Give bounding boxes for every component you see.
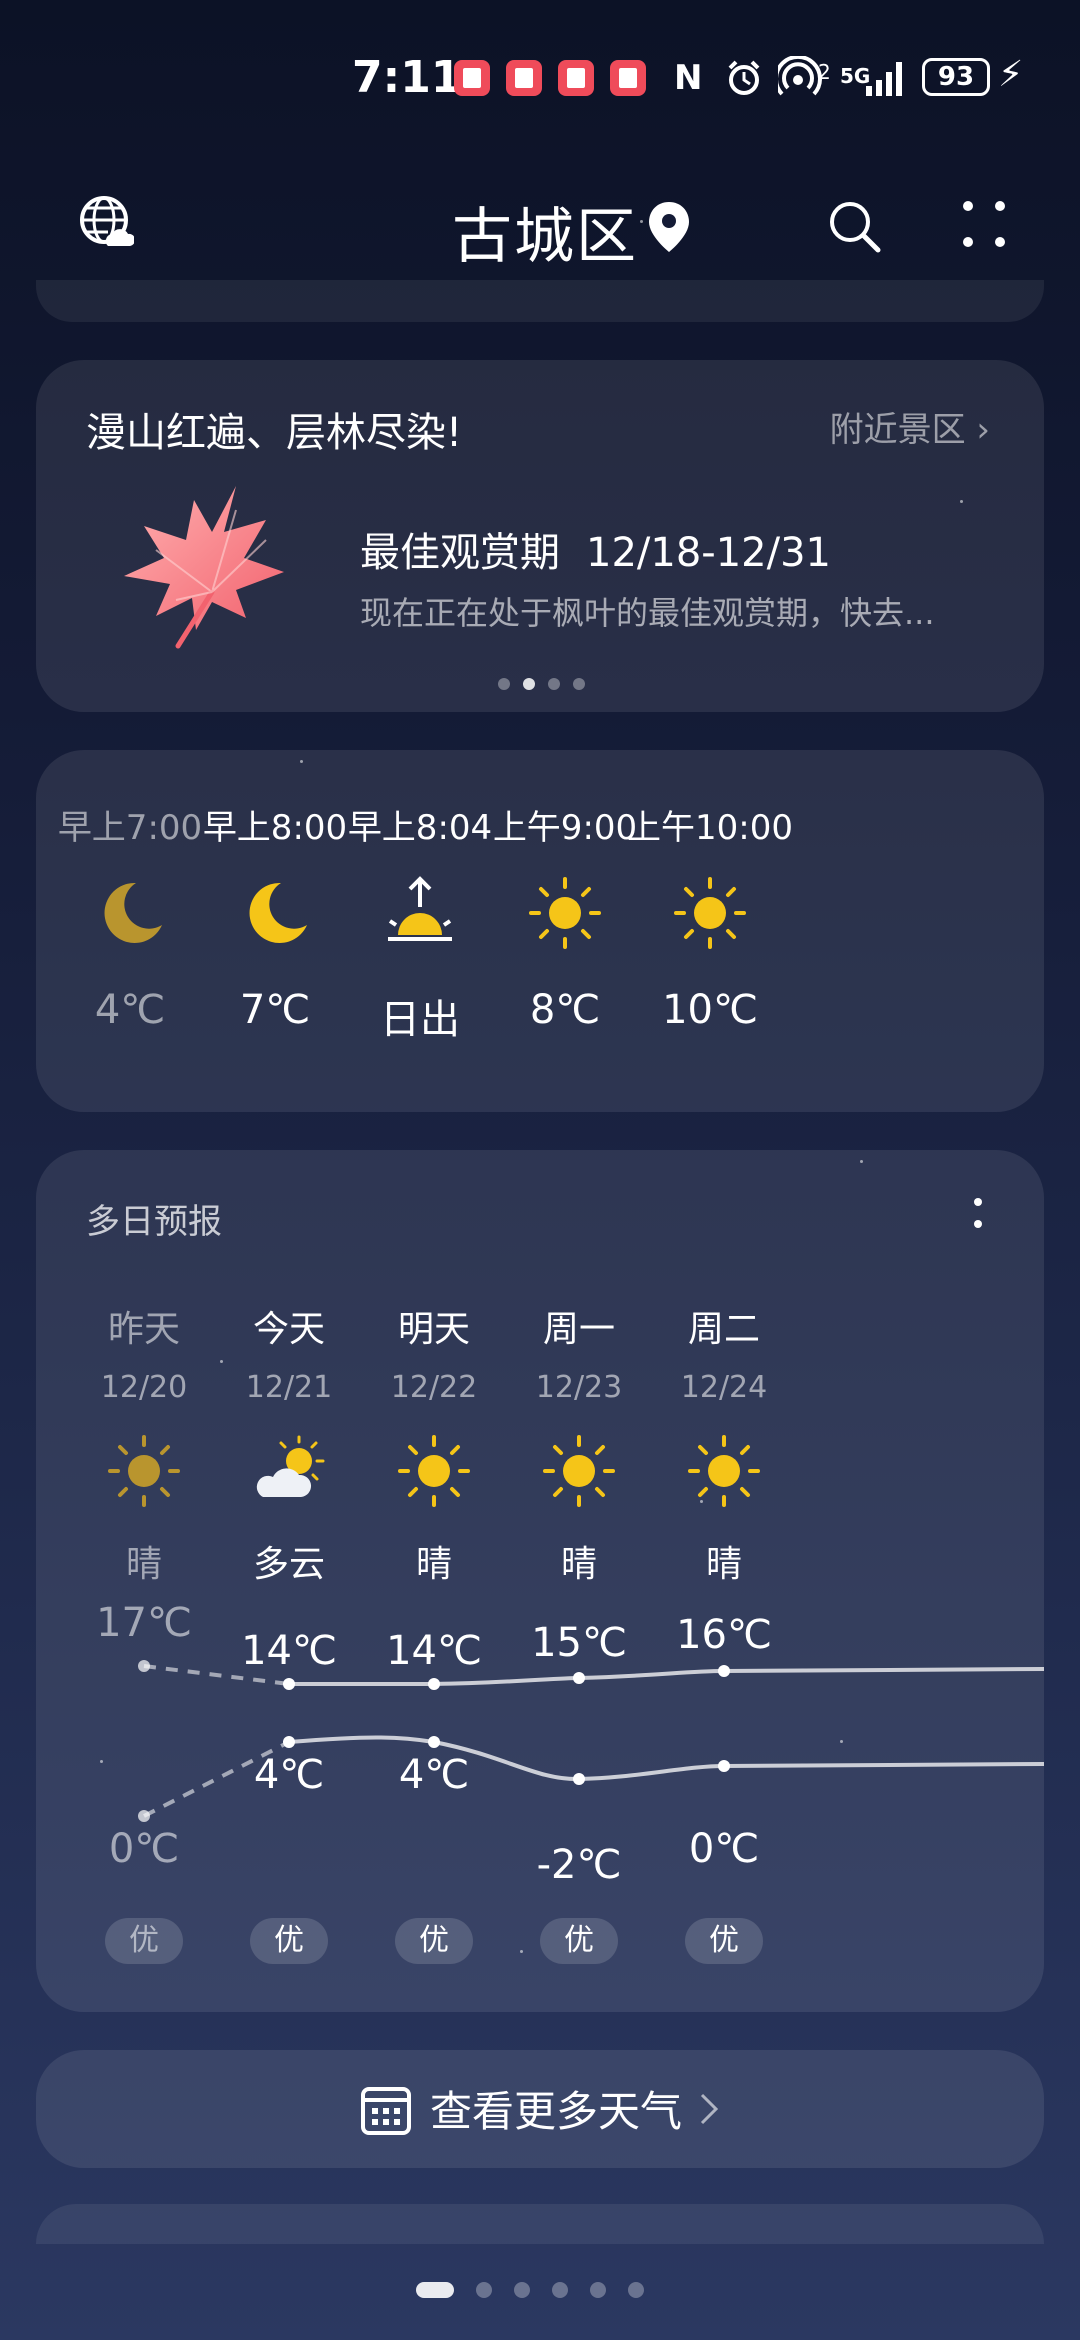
more-weather-button[interactable]: 查看更多天气 <box>36 2050 1044 2168</box>
aqi-badge: 优 <box>250 1918 328 1964</box>
promo-headline: 漫山红遍、层林尽染! <box>86 410 463 456</box>
status-bar: 7:11 N 2 5G 93 ⚡ <box>0 48 1080 108</box>
page-dot <box>573 678 585 690</box>
hotspot-icon <box>778 56 822 96</box>
promo-description: 现在正在处于枫叶的最佳观赏期，快去... <box>360 594 935 632</box>
more-icon[interactable] <box>960 198 1008 250</box>
page-dot <box>498 678 510 690</box>
globe-cloud-icon[interactable] <box>78 194 134 250</box>
page-dot <box>590 2282 606 2298</box>
nfc-icon: N <box>674 58 703 98</box>
hourly-forecast-card[interactable]: 早上7:00 4℃ 早上8:00 7℃ 早上8:04 日出 上午9:00 8℃ … <box>36 750 1044 1112</box>
note-app-icon <box>558 60 594 96</box>
chevron-right-icon: › <box>976 410 990 450</box>
nearby-scenic-label: 附近景区 <box>829 410 966 450</box>
aqi-badge: 优 <box>105 1918 183 1964</box>
daily-condition: 晴 <box>705 1544 742 1585</box>
daily-date: 12/24 <box>680 1370 768 1405</box>
hourly-temp: 10℃ <box>662 987 758 1033</box>
hourly-item: 上午10:00 10℃ <box>610 800 810 1033</box>
daily-item: 周二 12/24 晴 <box>624 1300 824 1587</box>
hourly-time: 上午10:00 <box>627 808 793 848</box>
promo-title: 最佳观赏期 <box>360 530 560 576</box>
daily-forecast-card[interactable]: 多日预报 昨天 12/20 晴 今天 12/21 多云 明天 12/22 晴 周… <box>36 1150 1044 2012</box>
sun-icon <box>688 1435 760 1507</box>
page-dot-active <box>523 678 535 690</box>
moon-icon <box>104 882 162 943</box>
page-dot <box>552 2282 568 2298</box>
aqi-badge: 优 <box>395 1918 473 1964</box>
sun-icon <box>674 877 746 949</box>
daily-low-temp: 0℃ <box>688 1826 760 1872</box>
daily-low-temp: 4℃ <box>398 1752 470 1798</box>
alarm-icon <box>728 60 760 95</box>
sun-icon <box>543 1435 615 1507</box>
note-app-icon <box>506 60 542 96</box>
chevron-right-icon <box>700 2093 719 2124</box>
location-pin-icon <box>649 202 689 252</box>
sun-icon <box>529 877 601 949</box>
sunrise-icon <box>388 876 452 941</box>
battery-icon: 93 <box>922 58 990 96</box>
maple-leaf-icon <box>124 486 284 649</box>
daily-day: 周二 <box>687 1309 760 1350</box>
moon-icon <box>249 882 307 943</box>
sim-index: 2 <box>818 60 831 84</box>
signal-icon <box>866 62 902 96</box>
more-weather-content: 查看更多天气 <box>360 2078 720 2139</box>
daily-low-temp: 0℃ <box>108 1826 180 1872</box>
daily-high-temp: 16℃ <box>676 1612 772 1658</box>
promo-dates: 12/18-12/31 <box>586 530 831 576</box>
note-app-icon <box>454 60 490 96</box>
calendar-icon <box>361 2086 411 2135</box>
page-dot <box>514 2282 530 2298</box>
next-card-edge <box>36 2204 1044 2244</box>
partly-cloudy-icon <box>256 1435 325 1497</box>
scenic-promo-card[interactable]: 漫山红遍、层林尽染! 附近景区 › 最佳观赏期 12/18-12/31 现在正在处… <box>36 360 1044 712</box>
previous-card-edge <box>36 280 1044 322</box>
page-dot <box>548 678 560 690</box>
page-dot <box>628 2282 644 2298</box>
page-dot <box>476 2282 492 2298</box>
app-header: 古城区 <box>0 180 1080 272</box>
page-dot-active <box>416 2282 454 2298</box>
nearby-scenic-link[interactable]: 附近景区 › <box>830 402 990 451</box>
note-app-icon <box>610 60 646 96</box>
location-title[interactable]: 古城区 <box>452 188 638 275</box>
more-weather-label: 查看更多天气 <box>430 2087 683 2136</box>
best-viewing-period: 最佳观赏期 12/18-12/31 <box>360 520 831 578</box>
search-icon[interactable] <box>826 198 882 254</box>
aqi-badge: 优 <box>685 1918 763 1964</box>
promo-page-indicator <box>498 678 585 690</box>
city-page-indicator[interactable] <box>416 2282 644 2298</box>
aqi-badge: 优 <box>540 1918 618 1964</box>
sun-icon <box>108 1435 180 1507</box>
charging-icon: ⚡ <box>998 54 1024 95</box>
sun-icon <box>398 1435 470 1507</box>
status-time: 7:11 <box>352 52 462 103</box>
